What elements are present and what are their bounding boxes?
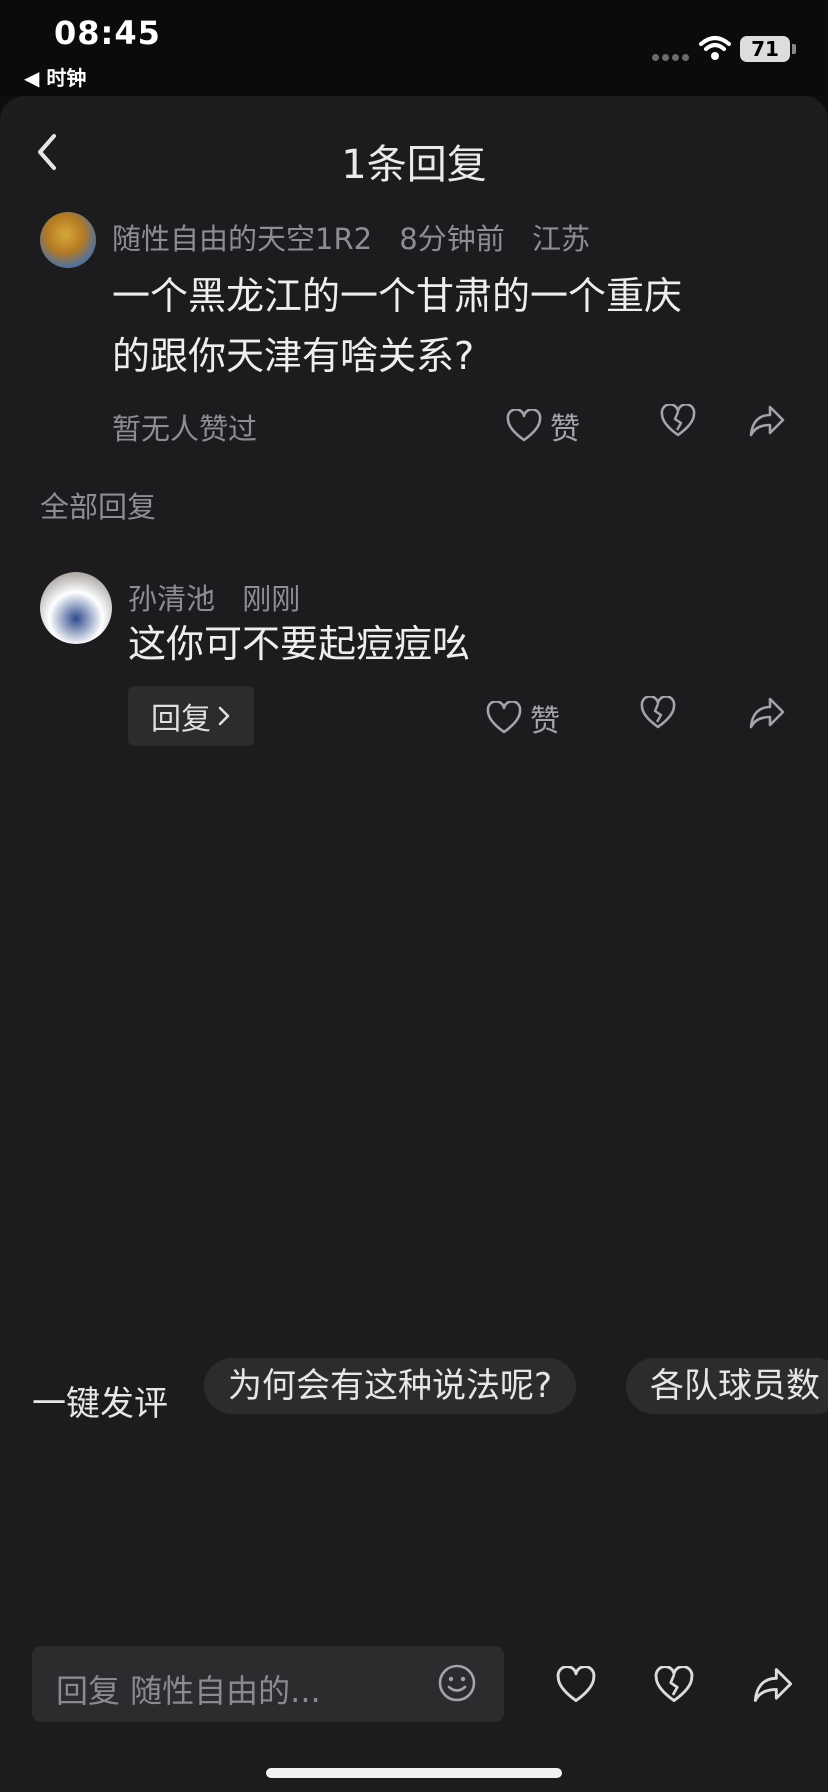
share-button[interactable]	[748, 404, 786, 438]
back-to-app-link[interactable]: ◀ 时钟	[24, 62, 86, 91]
reply-input-placeholder: 回复 随性自由的...	[56, 1672, 321, 1710]
reply-time: 刚刚	[242, 582, 301, 616]
wifi-icon	[698, 34, 732, 62]
replies-sheet: 1条回复 随性自由的天空1R2 8分钟前 江苏 一个黑龙江的一个甘肃的一个重庆 …	[0, 96, 828, 1792]
comment-text: 一个黑龙江的一个甘肃的一个重庆 的跟你天津有啥关系?	[112, 266, 682, 386]
status-bar: 08:45 ◀ 时钟 71	[0, 0, 828, 96]
quick-comment-chip[interactable]: 为何会有这种说法呢?	[204, 1358, 577, 1414]
share-button[interactable]	[752, 1666, 794, 1704]
share-arrow-icon	[748, 404, 786, 438]
like-label: 赞	[530, 704, 560, 739]
like-label: 赞	[550, 412, 580, 447]
comment-text-line: 一个黑龙江的一个甘肃的一个重庆	[112, 274, 683, 318]
reply-meta: 孙清池 刚刚	[128, 576, 318, 618]
like-button[interactable]	[556, 1666, 596, 1704]
heart-icon	[556, 1666, 596, 1704]
broken-heart-icon	[660, 404, 696, 438]
comment-location: 江苏	[531, 222, 590, 256]
avatar[interactable]	[40, 212, 96, 268]
reply-text: 这你可不要起痘痘吆	[128, 622, 471, 666]
reply-button[interactable]: 回复	[128, 686, 254, 746]
cellular-signal-icon	[652, 54, 692, 62]
emoji-icon[interactable]	[436, 1662, 478, 1704]
home-indicator[interactable]	[266, 1768, 562, 1778]
dislike-button[interactable]	[640, 696, 676, 730]
quick-comment-label: 一键发评	[32, 1384, 168, 1424]
comment-meta: 随性自由的天空1R2 8分钟前 江苏	[112, 216, 608, 258]
all-replies-heading: 全部回复	[40, 490, 157, 524]
chevron-right-icon	[217, 705, 231, 727]
heart-icon	[486, 701, 522, 735]
battery-nub	[792, 44, 796, 54]
page-title: 1条回复	[341, 142, 487, 188]
share-button[interactable]	[748, 696, 786, 730]
quick-comment-chip[interactable]: 各队球员数	[626, 1358, 828, 1414]
battery-indicator: 71	[740, 36, 790, 62]
reply-username[interactable]: 孙清池	[128, 582, 215, 616]
comment-text-line: 的跟你天津有啥关系?	[112, 334, 475, 378]
like-button[interactable]: 赞	[506, 404, 580, 448]
share-arrow-icon	[748, 696, 786, 730]
dislike-button[interactable]	[654, 1666, 694, 1704]
share-arrow-icon	[752, 1666, 794, 1704]
status-time: 08:45	[54, 14, 161, 52]
dislike-button[interactable]	[660, 404, 696, 438]
comment-time: 8分钟前	[399, 222, 505, 256]
broken-heart-icon	[654, 1666, 694, 1704]
likes-status: 暂无人赞过	[112, 412, 258, 446]
like-button[interactable]: 赞	[486, 696, 560, 740]
avatar[interactable]	[40, 572, 112, 644]
reply-input[interactable]: 回复 随性自由的...	[32, 1646, 504, 1722]
reply-button-label: 回复	[151, 702, 211, 737]
heart-icon	[506, 409, 542, 443]
comment-username[interactable]: 随性自由的天空1R2	[112, 222, 372, 256]
broken-heart-icon	[640, 696, 676, 730]
